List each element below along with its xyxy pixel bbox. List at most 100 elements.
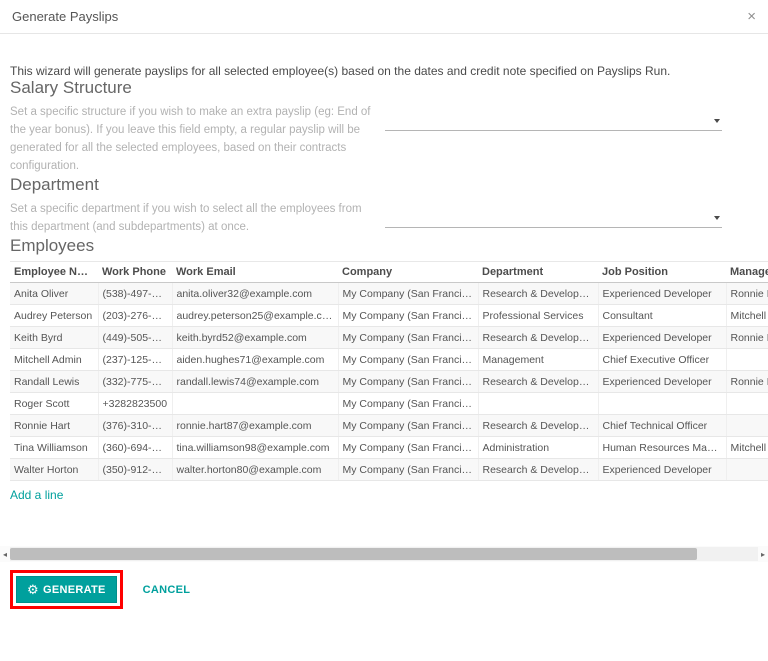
employees-table-wrap: Employee Name Work Phone Work Email Comp…: [10, 261, 768, 481]
table-row: Audrey Peterson (203)-276-79... audrey.p…: [10, 304, 768, 327]
cell-employee-name[interactable]: Walter Horton: [10, 458, 99, 481]
cell-manager[interactable]: [726, 392, 768, 415]
table-row: Ronnie Hart (376)-310-78... ronnie.hart8…: [10, 414, 768, 437]
department-select[interactable]: [385, 208, 722, 228]
cell-department[interactable]: Research & Development: [478, 326, 599, 349]
page-title: Generate Payslips: [12, 9, 119, 24]
chevron-down-icon: [714, 216, 720, 220]
cell-work-phone[interactable]: (360)-694-72...: [98, 436, 173, 459]
col-header-job-position: Job Position: [598, 261, 726, 283]
table-row: Anita Oliver (538)-497-48... anita.olive…: [10, 282, 768, 305]
add-a-line-link[interactable]: Add a line: [10, 488, 63, 502]
cell-work-phone[interactable]: (237)-125-23...: [98, 348, 173, 371]
cell-job-position[interactable]: Experienced Developer: [598, 370, 727, 393]
table-row: Randall Lewis (332)-775-66... randall.le…: [10, 370, 768, 393]
cell-manager[interactable]: Mitchell Admin: [726, 304, 768, 327]
salary-structure-select[interactable]: [385, 111, 722, 131]
col-header-department: Department: [478, 261, 598, 283]
cell-work-phone[interactable]: (376)-310-78...: [98, 414, 173, 437]
cell-company[interactable]: My Company (San Francisco): [338, 370, 479, 393]
cell-manager[interactable]: Ronnie Hart: [726, 370, 768, 393]
col-header-manager: Manager: [726, 261, 768, 283]
cell-work-email[interactable]: ronnie.hart87@example.com: [172, 414, 339, 437]
cell-employee-name[interactable]: Ronnie Hart: [10, 414, 99, 437]
cell-work-phone[interactable]: (203)-276-79...: [98, 304, 173, 327]
cell-employee-name[interactable]: Tina Williamson: [10, 436, 99, 459]
cell-department[interactable]: Management: [478, 348, 599, 371]
cell-manager[interactable]: [726, 414, 768, 437]
cell-employee-name[interactable]: Keith Byrd: [10, 326, 99, 349]
cell-job-position[interactable]: Experienced Developer: [598, 282, 727, 305]
cell-company[interactable]: My Company (San Francisco): [338, 282, 479, 305]
col-header-work-email: Work Email: [172, 261, 338, 283]
scrollbar-track[interactable]: [10, 547, 758, 561]
cell-job-position[interactable]: Chief Executive Officer: [598, 348, 727, 371]
dialog-footer: ⚙ GENERATE CANCEL: [10, 570, 758, 609]
wizard-description: This wizard will generate payslips for a…: [10, 64, 671, 78]
cell-work-email[interactable]: keith.byrd52@example.com: [172, 326, 339, 349]
cell-manager[interactable]: [726, 348, 768, 371]
cell-job-position[interactable]: Experienced Developer: [598, 458, 727, 481]
cell-employee-name[interactable]: Mitchell Admin: [10, 348, 99, 371]
salary-structure-row: Set a specific structure if you wish to …: [10, 103, 758, 175]
cell-work-phone[interactable]: (538)-497-48...: [98, 282, 173, 305]
cell-work-email[interactable]: aiden.hughes71@example.com: [172, 348, 339, 371]
horizontal-scrollbar[interactable]: ◂ ▸: [0, 546, 768, 562]
cell-company[interactable]: My Company (San Francisco): [338, 392, 479, 415]
cell-job-position[interactable]: Consultant: [598, 304, 727, 327]
cell-employee-name[interactable]: Anita Oliver: [10, 282, 99, 305]
cell-company[interactable]: My Company (San Francisco): [338, 458, 479, 481]
cell-work-phone[interactable]: (332)-775-66...: [98, 370, 173, 393]
cell-department[interactable]: [478, 392, 599, 415]
table-header-row: Employee Name Work Phone Work Email Comp…: [10, 261, 768, 283]
scroll-right-arrow-icon[interactable]: ▸: [758, 550, 768, 559]
col-header-company: Company: [338, 261, 478, 283]
cell-manager[interactable]: Ronnie Hart: [726, 282, 768, 305]
cell-company[interactable]: My Company (San Francisco): [338, 348, 479, 371]
cell-employee-name[interactable]: Randall Lewis: [10, 370, 99, 393]
cell-company[interactable]: My Company (San Francisco): [338, 326, 479, 349]
gears-icon: ⚙: [27, 582, 39, 597]
col-header-work-phone: Work Phone: [98, 261, 172, 283]
employees-heading: Employees: [10, 236, 95, 255]
cell-manager[interactable]: Ronnie Hart: [726, 326, 768, 349]
scroll-left-arrow-icon[interactable]: ◂: [0, 550, 10, 559]
cell-work-phone[interactable]: (350)-912-12...: [98, 458, 173, 481]
scrollbar-thumb[interactable]: [10, 548, 697, 560]
cell-work-email[interactable]: randall.lewis74@example.com: [172, 370, 339, 393]
cell-work-email[interactable]: tina.williamson98@example.com: [172, 436, 339, 459]
generate-button[interactable]: ⚙ GENERATE: [16, 576, 117, 603]
cell-job-position[interactable]: Experienced Developer: [598, 326, 727, 349]
cell-department[interactable]: Administration: [478, 436, 599, 459]
cell-work-phone[interactable]: +3282823500: [98, 392, 173, 415]
cell-job-position[interactable]: Chief Technical Officer: [598, 414, 727, 437]
table-row: Roger Scott +3282823500 My Company (San …: [10, 392, 768, 415]
cell-job-position[interactable]: Human Resources Manager: [598, 436, 727, 459]
cell-job-position[interactable]: [598, 392, 727, 415]
cell-department[interactable]: Research & Development: [478, 458, 599, 481]
cell-work-email[interactable]: anita.oliver32@example.com: [172, 282, 339, 305]
cell-department[interactable]: Research & Development: [478, 282, 599, 305]
dialog-body: This wizard will generate payslips for a…: [0, 64, 768, 609]
cell-manager[interactable]: Mitchell Admin: [726, 436, 768, 459]
cell-department[interactable]: Professional Services: [478, 304, 599, 327]
cell-department[interactable]: Research & Development: [478, 370, 599, 393]
cell-work-email[interactable]: audrey.peterson25@example.com: [172, 304, 339, 327]
cell-company[interactable]: My Company (San Francisco): [338, 304, 479, 327]
table-row: Mitchell Admin (237)-125-23... aiden.hug…: [10, 348, 768, 371]
cell-work-email[interactable]: [172, 392, 339, 415]
chevron-down-icon: [714, 119, 720, 123]
generate-button-label: GENERATE: [42, 583, 106, 596]
cell-company[interactable]: My Company (San Francisco): [338, 436, 479, 459]
department-row: Set a specific department if you wish to…: [10, 200, 758, 236]
cancel-button[interactable]: CANCEL: [137, 583, 197, 597]
cell-work-email[interactable]: walter.horton80@example.com: [172, 458, 339, 481]
cell-work-phone[interactable]: (449)-505-51...: [98, 326, 173, 349]
cell-department[interactable]: Research & Development: [478, 414, 599, 437]
close-icon[interactable]: ×: [747, 9, 756, 24]
cell-employee-name[interactable]: Audrey Peterson: [10, 304, 99, 327]
cell-employee-name[interactable]: Roger Scott: [10, 392, 99, 415]
dialog-header: Generate Payslips ×: [0, 0, 768, 34]
cell-manager[interactable]: [726, 458, 768, 481]
cell-company[interactable]: My Company (San Francisco): [338, 414, 479, 437]
